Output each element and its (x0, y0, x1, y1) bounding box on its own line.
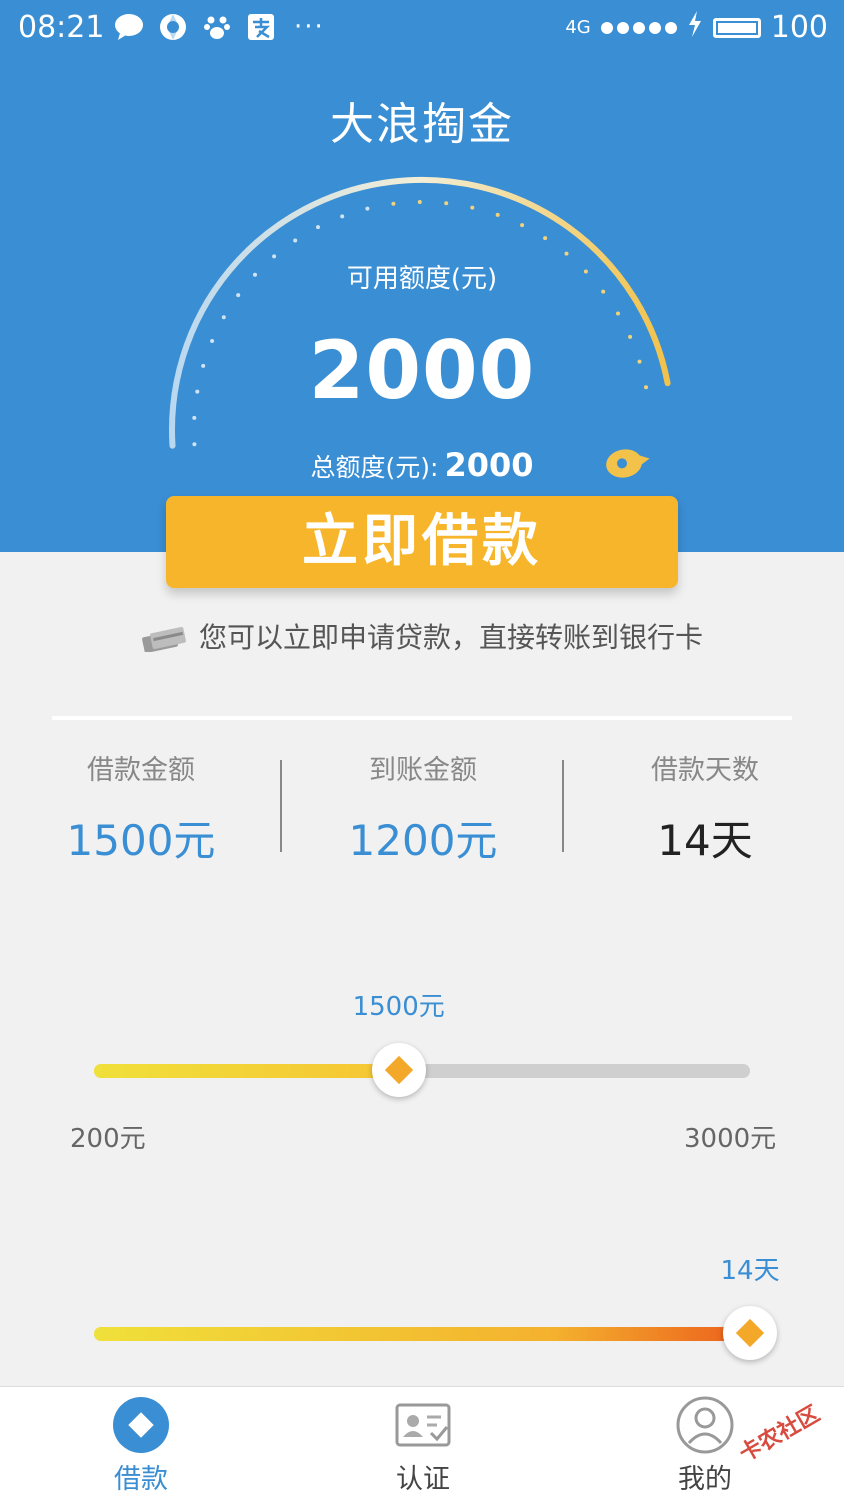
stat-received-amount-value: 1200元 (348, 816, 498, 865)
tab-certification[interactable]: 认证 (282, 1387, 564, 1501)
stat-received-amount: 到账金额 1200元 (282, 748, 564, 868)
loan-hint-text: 您可以立即申请贷款，直接转账到银行卡 (198, 621, 703, 654)
days-slider-value-label: 14天 (720, 1256, 780, 1286)
days-slider[interactable] (94, 1327, 750, 1341)
gauge-tick (221, 315, 226, 320)
stat-loan-days-value: 14天 (657, 816, 753, 865)
gauge-tick (470, 205, 475, 210)
gauge-tick (340, 214, 345, 219)
gauge-tick (293, 238, 298, 243)
tab-certification-label: 认证 (396, 1464, 450, 1495)
days-slider-thumb[interactable] (723, 1306, 777, 1360)
gauge-tick (391, 201, 396, 206)
gauge-tick (316, 225, 320, 230)
profile-icon (676, 1396, 734, 1454)
gauge-tick (444, 201, 449, 206)
total-credit-label: 总额度(元): (310, 453, 439, 482)
loan-hint: 您可以立即申请贷款，直接转账到银行卡 (0, 616, 844, 656)
stat-received-amount-label: 到账金额 (369, 755, 477, 786)
days-slider-fill (94, 1327, 750, 1341)
stat-loan-days-label: 借款天数 (651, 755, 759, 786)
available-credit-label: 可用额度(元) (346, 264, 498, 294)
total-credit: 总额度(元): 2000 (0, 446, 844, 484)
amount-slider-fill (94, 1064, 399, 1078)
amount-slider-value-label: 1500元 (352, 992, 445, 1022)
certification-icon (395, 1403, 451, 1447)
tab-borrow-label: 借款 (114, 1464, 168, 1495)
borrow-now-button[interactable]: 立即借款 (166, 496, 678, 588)
gauge-tick (564, 251, 569, 256)
gauge-tick (365, 206, 370, 211)
bottom-tab-bar: 借款 认证 我的 (0, 1386, 844, 1501)
amount-slider-min-label: 200元 (70, 1124, 146, 1154)
tab-borrow[interactable]: 借款 (0, 1387, 282, 1501)
stat-loan-days: 借款天数 14天 (564, 748, 844, 868)
gauge-tick (616, 311, 620, 316)
gauge-tick (543, 236, 548, 241)
gauge-tick (495, 212, 500, 217)
bank-card-icon (142, 627, 186, 652)
stat-loan-amount: 借款金额 1500元 (0, 748, 282, 868)
borrow-icon (113, 1397, 169, 1453)
gauge-tick (520, 223, 525, 228)
stat-loan-amount-value: 1500元 (66, 816, 216, 865)
gauge-tick (417, 200, 422, 204)
total-credit-value: 2000 (444, 446, 534, 484)
divider (52, 716, 792, 720)
stat-loan-amount-label: 借款金额 (87, 755, 195, 786)
available-credit-value: 2000 (308, 324, 536, 417)
amount-slider-thumb[interactable] (371, 1043, 426, 1097)
amount-slider-max-label: 3000元 (684, 1124, 777, 1154)
